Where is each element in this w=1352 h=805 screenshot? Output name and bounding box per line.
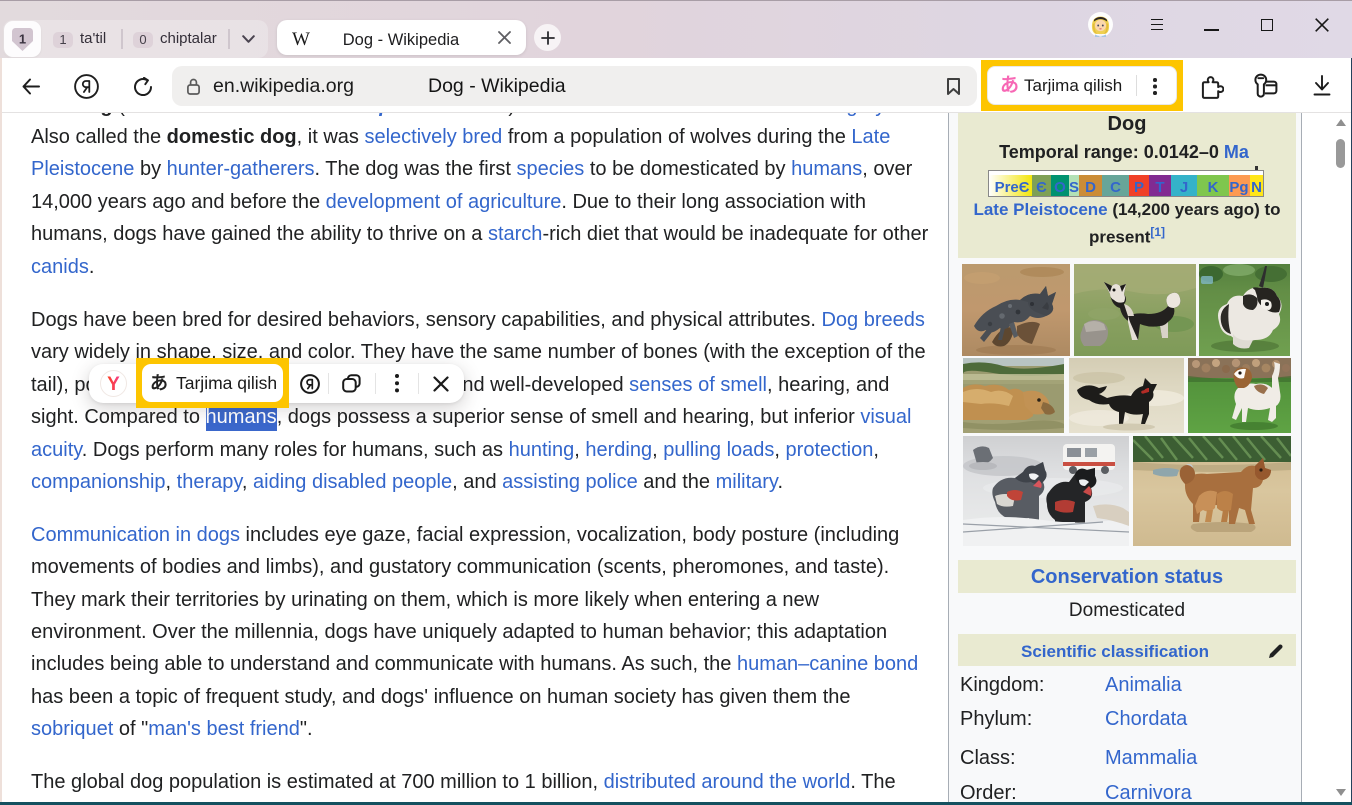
svg-text:1: 1 (19, 32, 26, 47)
svg-text:PreЄ: PreЄ (995, 179, 1030, 196)
svg-text:Y: Y (107, 374, 120, 395)
svg-text:Pg: Pg (1229, 179, 1248, 196)
svg-text:S: S (1069, 179, 1079, 196)
svg-text:D: D (1085, 179, 1096, 196)
svg-text:O: O (1054, 179, 1066, 196)
svg-text:K: K (1208, 179, 1219, 196)
svg-text:P: P (1134, 179, 1144, 196)
svg-text:C: C (1110, 179, 1121, 196)
svg-text:T: T (1155, 179, 1164, 196)
svg-text:J: J (1180, 179, 1188, 196)
svg-text:Є: Є (1036, 179, 1047, 196)
svg-text:N: N (1251, 179, 1262, 196)
